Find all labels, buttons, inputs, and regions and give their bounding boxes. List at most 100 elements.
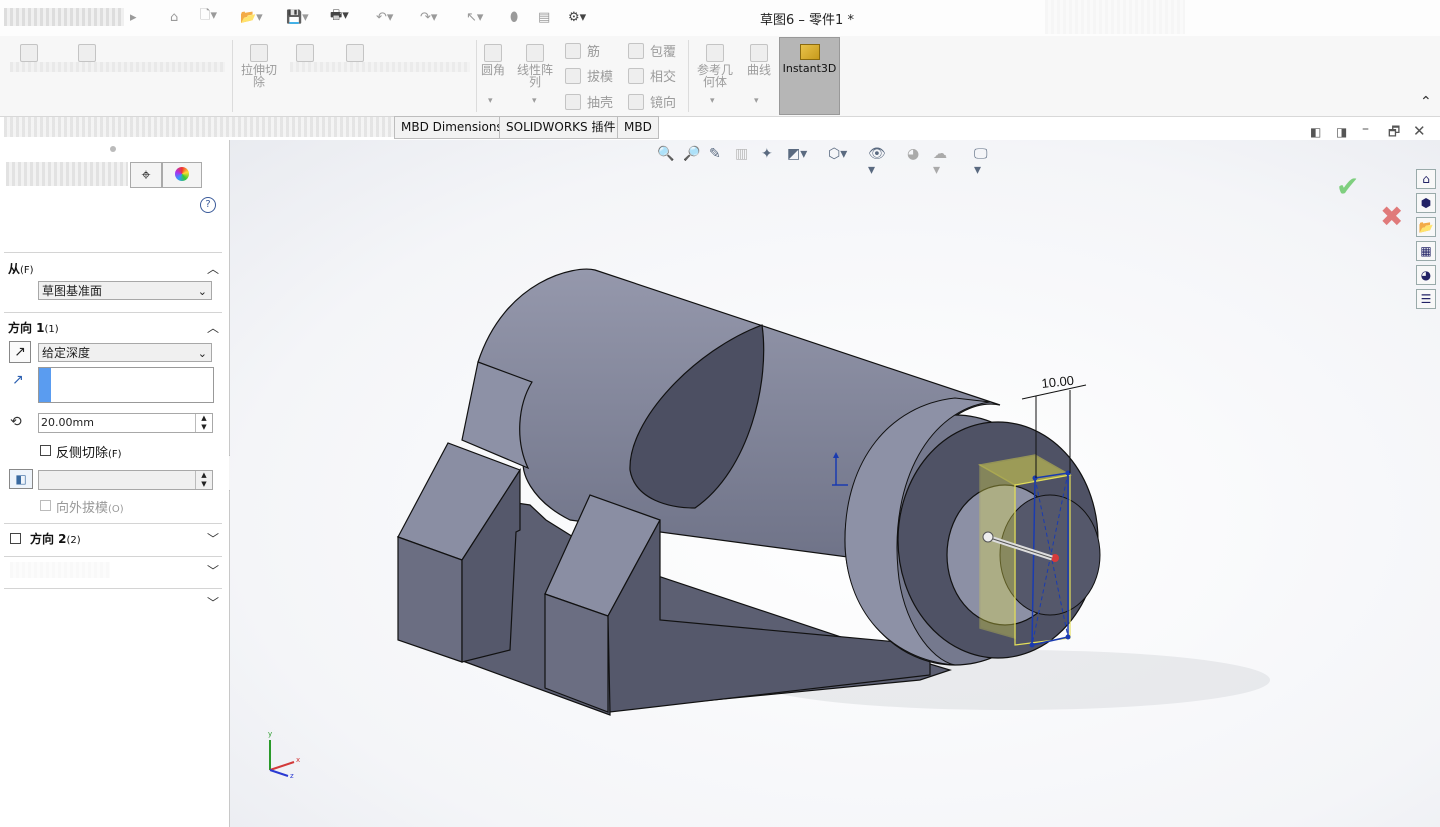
title-bar: ▸ ⌂ 🗋▾ 📂▾ 💾▾ 🖶▾ ↶▾ ↷▾ ↖▾ ⬮ ▤ ⚙▾ 草图6 – 零件… [0,0,1440,37]
fillet-label: 圆角 [480,63,505,77]
chevron-up-icon[interactable]: ︿ [207,260,219,276]
fillet-button[interactable]: 圆角 [480,44,506,76]
file-properties-icon[interactable]: ▤ [538,7,550,27]
reverse-direction-button[interactable]: ↗ [9,341,31,363]
task-pane-home-icon[interactable]: ⌂ [1416,169,1436,189]
shell-button[interactable]: 抽壳 [565,92,613,111]
collapse-ribbon-icon[interactable]: ⌃ [1420,94,1432,110]
curves-dropdown-icon[interactable]: ▾ [754,96,759,106]
close-icon[interactable]: ✕ [1413,122,1426,140]
ref-geometry-dropdown-icon[interactable]: ▾ [710,96,715,106]
fillet-dropdown-icon[interactable]: ▾ [488,96,493,106]
blurred-ribbon-labels [290,62,470,72]
spin-arrows-icon[interactable]: ▲ ▼ [195,414,212,432]
rebuild-icon[interactable]: ⬮ [510,7,518,27]
appearance-tab[interactable] [162,162,202,188]
edit-appearance-icon[interactable]: ◕ [907,146,925,164]
model-canvas[interactable]: 10.00 y x z [230,140,1440,827]
new-file-icon[interactable]: 🗋▾ [200,7,217,27]
tab-mbd-dimensions[interactable]: MBD Dimensions [394,116,510,139]
direction-selection-box[interactable] [38,367,214,403]
maximize-icon[interactable]: 🗗 [1388,123,1400,145]
extrude-cut-label: 拉伸切 除 [240,63,277,89]
rib-button[interactable]: 筋 [565,41,600,60]
pattern-dropdown-icon[interactable]: ▾ [532,96,537,106]
depth-input[interactable]: 20.00mm ▲ ▼ [38,413,213,433]
tab-mbd[interactable]: MBD [617,116,659,139]
zoom-to-area-icon[interactable]: 🔎 [683,146,701,164]
wrap-label: 包覆 [650,45,677,60]
home-icon[interactable]: ⌂ [170,7,178,27]
undo-icon[interactable]: ↶▾ [376,7,393,27]
open-file-icon[interactable]: 📂▾ [240,7,263,27]
section-view-icon[interactable]: ▥ [735,146,753,164]
menu-arrow-icon[interactable]: ▸ [130,7,137,27]
from-section-header[interactable]: 从(F) [8,260,34,277]
extrude-cut-button[interactable]: 拉伸切 除 [238,44,280,88]
save-icon[interactable]: 💾▾ [286,7,309,27]
chevron-down-icon[interactable]: ﹀ [207,562,219,578]
reference-geometry-button[interactable]: 参考几 何体 [694,44,736,88]
previous-view-icon[interactable]: ✎ [709,146,727,164]
restore-left-icon[interactable]: ◧ [1310,125,1321,139]
select-icon[interactable]: ↖▾ [466,7,483,27]
direction2-section-header[interactable]: 方向 2(2) [30,530,81,547]
tab-solidworks-addins[interactable]: SOLIDWORKS 插件 [499,116,623,139]
command-manager-ribbon: 拉伸切 除 圆角 线性阵 列 筋 拔模 抽壳 包覆 相交 镜向 ▾ ▾ 参考几 … [0,36,1440,117]
property-manager-panel: ⌖ ? 从(F) ︿ 草图基准面 ⌄ 方向 1(1) ︿ ↗ 给定深度 ⌄ ↗ ⟲ … [0,140,230,827]
wrap-button[interactable]: 包覆 [628,41,676,60]
view-orientation-icon[interactable]: ◩▾ [787,146,807,164]
cancel-x-icon[interactable]: ✖ [1380,200,1403,233]
instant3d-button[interactable]: Instant3D [779,37,840,115]
task-pane-appearances-icon[interactable]: ◕ [1416,265,1436,285]
extruded-boss-icon[interactable] [20,44,38,64]
zoom-to-fit-icon[interactable]: 🔍 [657,146,675,164]
accept-checkmark-icon[interactable]: ✔ [1336,170,1359,203]
spin-arrows-icon[interactable]: ▲ ▼ [195,471,212,489]
chevron-up-icon[interactable]: ︿ [207,319,219,335]
direction1-section-header[interactable]: 方向 1(1) [8,319,59,336]
task-pane-file-explorer-icon[interactable]: 📂 [1416,217,1436,237]
blurred-logo [4,8,124,26]
view-settings-icon[interactable]: 🖵▾ [974,146,992,178]
options-gear-icon[interactable]: ⚙▾ [568,7,586,27]
graphics-viewport[interactable]: 10.00 y x z [230,140,1440,827]
task-pane-view-palette-icon[interactable]: ▦ [1416,241,1436,261]
hole-wizard-icon[interactable] [296,44,314,64]
curves-button[interactable]: 曲线 [744,44,774,76]
hide-show-items-icon[interactable]: 👁▾ [868,146,886,178]
end-condition-select[interactable]: 给定深度 ⌄ [38,343,212,362]
draft-angle-input[interactable]: ▲ ▼ [38,470,213,490]
print-icon[interactable]: 🖶▾ [330,7,349,27]
blurred-tabs [4,117,396,137]
draft-outward-checkbox[interactable] [40,500,51,511]
task-pane-custom-properties-icon[interactable]: ☰ [1416,289,1436,309]
intersect-button[interactable]: 相交 [628,66,676,85]
flip-side-label: 反侧切除(F) [56,446,122,461]
apply-scene-icon[interactable]: ☁▾ [933,146,951,178]
direction2-checkbox[interactable] [10,533,21,544]
mirror-button[interactable]: 镜向 [628,92,676,111]
dynamic-annotation-icon[interactable]: ✦ [761,146,779,164]
minimize-icon[interactable]: – [1362,121,1369,137]
revolve-boss-icon[interactable] [78,44,96,64]
from-select[interactable]: 草图基准面 ⌄ [38,281,212,300]
configuration-manager-tab[interactable]: ⌖ [130,162,162,188]
redo-icon[interactable]: ↷▾ [420,7,437,27]
chevron-down-icon[interactable]: ﹀ [207,530,219,546]
panel-grip-icon[interactable] [110,146,116,152]
triad-z-label: z [290,772,294,780]
flip-side-checkbox[interactable] [40,445,51,456]
draft-toggle-button[interactable]: ◧ [9,469,33,489]
draft-label: 拔模 [587,70,614,85]
restore-right-icon[interactable]: ◨ [1336,125,1347,139]
revolve-cut-icon[interactable] [346,44,364,64]
task-pane-design-library-icon[interactable]: ⬢ [1416,193,1436,213]
chevron-down-icon[interactable]: ﹀ [207,594,219,610]
blurred-ribbon-group [10,62,225,72]
curves-label: 曲线 [746,63,771,77]
draft-button[interactable]: 拔模 [565,66,613,85]
help-icon[interactable]: ? [200,197,216,213]
linear-pattern-button[interactable]: 线性阵 列 [514,44,556,88]
display-style-icon[interactable]: ⬡▾ [828,146,847,164]
